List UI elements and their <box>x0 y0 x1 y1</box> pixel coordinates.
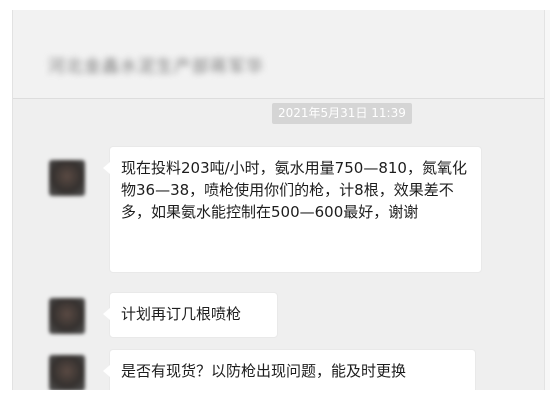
bottom-background <box>0 390 550 413</box>
contact-avatar[interactable] <box>49 160 85 196</box>
chat-window: 河北金鑫水泥生产部蒋军华 2021年5月31日 11:39 现在投料203吨/小… <box>12 10 550 395</box>
message-bubble[interactable]: 现在投料203吨/小时，氨水用量750—810，氮氧化物36—38，喷枪使用你们… <box>103 146 482 273</box>
window-right-edge <box>544 10 550 390</box>
screenshot-frame: 河北金鑫水泥生产部蒋军华 2021年5月31日 11:39 现在投料203吨/小… <box>0 0 550 413</box>
contact-avatar[interactable] <box>49 355 85 391</box>
chat-header: 河北金鑫水泥生产部蒋军华 <box>13 10 545 99</box>
message-bubble[interactable]: 计划再订几根喷枪 <box>103 292 278 338</box>
contact-avatar[interactable] <box>49 298 85 334</box>
message-bubble[interactable]: 是否有现货？以防枪出现问题，能及时更换 <box>103 349 476 395</box>
contact-title: 河北金鑫水泥生产部蒋军华 <box>48 57 264 77</box>
message-timestamp: 2021年5月31日 11:39 <box>272 103 412 124</box>
